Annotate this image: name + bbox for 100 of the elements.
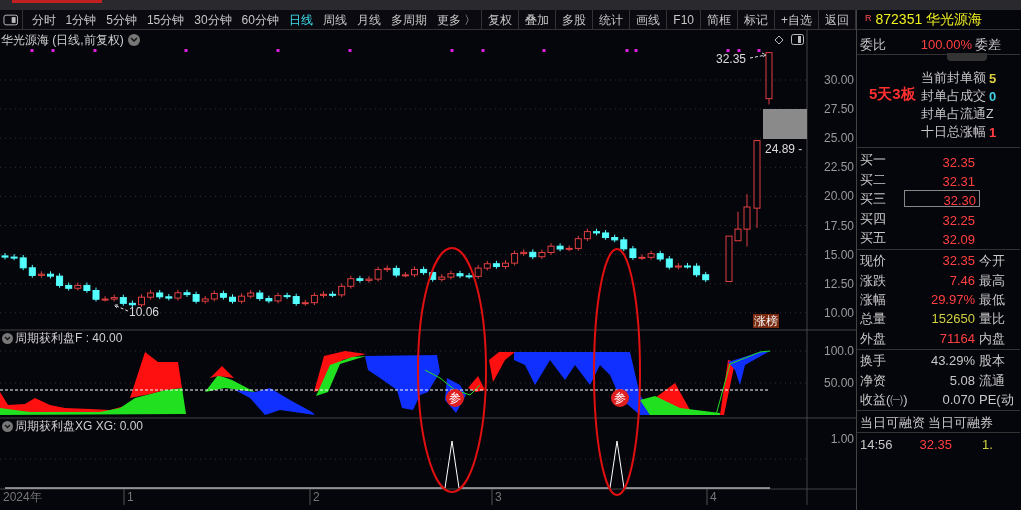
price-gap-block [763,109,807,139]
field-value: 100.00% [919,36,972,55]
dropdown-icon[interactable] [128,34,140,46]
tick-price: 32.35 [918,435,952,454]
stat-label: 封单占流通Z [921,106,994,123]
period-tab[interactable]: 15分钟 [141,10,190,29]
field-label: 量比 [979,310,1005,329]
chart-title: 华光源海 (日线,前复权) [1,33,124,47]
stat-label: 当前封单额 [921,70,986,87]
panel-toggle-icon[interactable] [3,13,19,26]
axis-label: 12.50 [822,276,854,291]
period-tab[interactable]: 60分钟 [236,10,284,29]
axis-label: 1.00 [829,432,854,446]
period-tab[interactable]: 1分钟 [60,10,102,29]
toolbar-button[interactable]: 多股 [556,10,594,29]
collapse-icon[interactable] [2,421,13,432]
toolbar-button[interactable]: 简框 [701,10,738,29]
stock-code: 872351 [875,10,923,29]
axis-label: 10.00 [822,305,854,320]
period-tab[interactable]: 月线 [351,10,386,29]
order-label: 买五 [860,228,887,247]
toolbar-button[interactable]: 统计 [593,10,631,29]
axis-label: 25.00 [822,131,854,146]
axis-label: 50.00 [822,376,854,390]
period-tab[interactable]: 日线 [283,10,318,29]
field-label: 换手 [860,352,887,371]
collapse-icon[interactable] [2,333,13,344]
field-value: 32.35 [941,252,975,271]
field-label: 内盘 [979,329,1005,348]
axis-label: 22.50 [822,160,854,175]
toolbar-button[interactable]: 复权 [482,10,520,29]
tick-volume: 1. [982,435,993,454]
field-label: 委比 [860,36,887,55]
time-axis-label: 2 [313,490,320,504]
field-label: 流通 [979,371,1005,390]
profit-line [715,350,771,416]
toolbar-button[interactable]: 画线 [630,10,668,29]
order-price: 32.35 [941,153,976,169]
axis-label: 20.00 [822,189,854,204]
order-price: 32.25 [941,211,976,227]
toolbar-button[interactable]: 叠加 [519,10,557,29]
time-axis-label: 1 [127,490,134,504]
axis-label: 100.0 [822,344,854,358]
axis-label: 17.50 [822,218,854,233]
leader-arrow [113,304,129,312]
period-tab[interactable]: 多周期 [385,10,432,29]
stat-label: 十日总涨幅 [921,124,986,141]
field-label: 涨跌 [860,271,887,290]
column-header: 当日可融资 [860,413,925,432]
field-label: 股本 [979,352,1005,371]
profit-area [468,376,485,392]
market-mark: R [865,12,872,25]
field-value: 5.08 [948,371,975,390]
field-label: PE(动 [979,391,1014,410]
signal-badge: 参 [611,389,629,407]
time-axis-label: 3 [495,490,502,504]
field-value: 43.29% [929,352,975,371]
toolbar-button[interactable]: 返回 [819,10,856,29]
toolbar-button[interactable]: +自选 [775,10,819,29]
field-label: 外盘 [860,329,887,348]
order-price: 32.30 [904,190,980,208]
diamond-icon[interactable] [774,35,784,45]
field-label: 最低 [979,291,1005,310]
stock-name: 华光源海 [926,10,983,29]
order-price: 32.09 [941,231,976,247]
time-axis-label: 2024年 [3,490,42,504]
field-value: 152650 [930,310,975,329]
field-label: 最高 [979,271,1005,290]
price-label: 10.06 [129,305,160,319]
order-price: 32.31 [941,172,976,188]
period-tab[interactable]: 更多 〉 [431,10,482,29]
axis-label: 15.00 [822,247,854,262]
signal-badge: 参 [446,389,464,407]
field-value: 7.46 [948,271,975,290]
toolbar-button[interactable]: 标记 [738,10,775,29]
period-tab[interactable]: 30分钟 [189,10,237,29]
field-value: 29.97% [929,291,975,310]
order-label: 买三 [860,190,887,209]
order-label: 买四 [860,209,887,228]
order-label: 买二 [860,170,887,189]
period-tab[interactable]: 5分钟 [101,10,142,29]
period-tab[interactable]: 周线 [317,10,352,29]
axis-label: 30.00 [822,73,854,87]
period-tab[interactable]: 分时 [26,10,61,29]
stat-value: 5 [989,69,997,88]
time-axis-label: 4 [710,490,717,504]
order-label: 买一 [860,151,887,170]
stat-value: 1 [989,123,997,142]
limit-up-badge: 涨榜 [753,314,779,328]
tick-time: 14:56 [860,435,894,454]
toolbar-button[interactable]: F10 [667,10,701,29]
column-header: 当日可融券 [928,413,993,432]
field-label: 总量 [860,310,887,329]
panel-toggle-icon[interactable] [791,34,804,45]
field-label: 现价 [860,252,887,271]
field-value: 71164 [938,329,975,348]
axis-label: 27.50 [822,102,854,117]
field-label: 涨幅 [860,291,887,310]
price-label: 32.35 [716,52,747,66]
leader-arrow [749,52,767,59]
